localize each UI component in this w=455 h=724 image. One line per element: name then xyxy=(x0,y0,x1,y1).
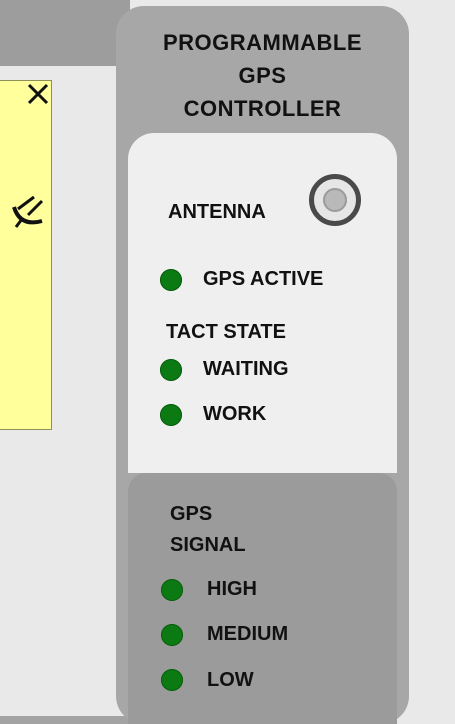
high-label: HIGH xyxy=(207,578,257,600)
waiting-label: WAITING xyxy=(203,358,289,380)
controller-title: PROGRAMMABLE GPS CONTROLLER xyxy=(116,26,409,125)
waiting-led xyxy=(160,359,182,381)
title-line-1: PROGRAMMABLE xyxy=(162,30,363,55)
title-line-3: CONTROLLER xyxy=(183,96,342,121)
close-icon[interactable] xyxy=(25,81,51,107)
bottom-left-strip xyxy=(0,716,130,724)
antenna-knob xyxy=(323,188,347,212)
work-label: WORK xyxy=(203,403,267,425)
top-left-bar xyxy=(0,0,130,66)
status-section: ANTENNA GPS ACTIVE TACT STATE WAITING WO… xyxy=(128,133,397,473)
gps-active-label: GPS ACTIVE xyxy=(203,268,324,290)
low-led xyxy=(161,669,183,691)
low-label: LOW xyxy=(207,669,254,691)
signal-title-line-1: GPS xyxy=(170,503,213,525)
antenna-label: ANTENNA xyxy=(168,201,266,223)
medium-led xyxy=(161,624,183,646)
satellite-dish-icon[interactable] xyxy=(12,191,48,231)
antenna-connector[interactable] xyxy=(309,174,361,226)
gps-active-led xyxy=(160,269,182,291)
signal-section: GPS SIGNAL HIGH MEDIUM LOW xyxy=(128,473,397,724)
tact-state-label: TACT STATE xyxy=(166,321,286,343)
high-led xyxy=(161,579,183,601)
gps-controller-panel: PROGRAMMABLE GPS CONTROLLER ANTENNA GPS … xyxy=(116,6,409,724)
medium-label: MEDIUM xyxy=(207,623,289,645)
title-line-2: GPS xyxy=(238,63,287,88)
satellite-panel xyxy=(0,80,52,430)
work-led xyxy=(160,404,182,426)
signal-title-line-2: SIGNAL xyxy=(170,534,246,556)
